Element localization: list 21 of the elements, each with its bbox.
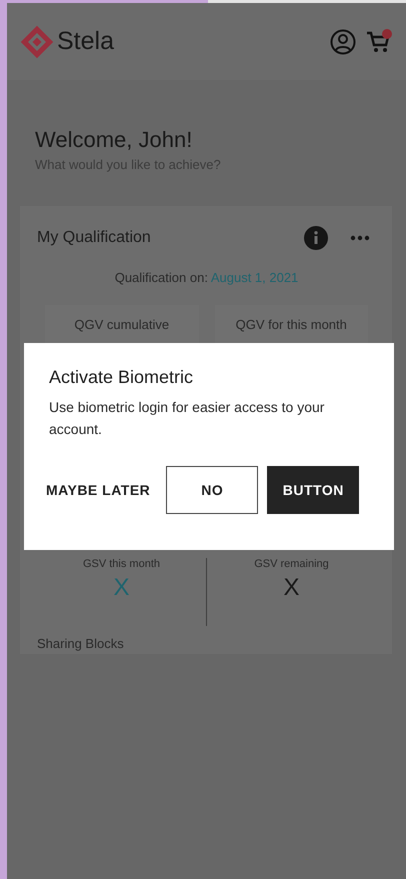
logo-text: Stela: [57, 27, 114, 56]
more-icon[interactable]: [350, 235, 370, 241]
stat-label: GSV remaining: [254, 558, 329, 570]
qualification-date: Qualification on: August 1, 2021: [114, 270, 300, 285]
dialog-button[interactable]: MAYBE LATER: [46, 466, 150, 514]
dialog-title: Activate Biometric: [49, 367, 194, 388]
profile-icon[interactable]: [330, 28, 356, 54]
stat-label: GSV this month: [82, 558, 160, 570]
stat-label: QGV for this month: [236, 317, 347, 332]
section-title: Sharing Blocks: [37, 636, 125, 651]
stat-value: X: [113, 574, 130, 602]
card-title: My Qualification: [37, 229, 152, 247]
dialog-message: Use biometric login for easier access to your account.: [49, 398, 326, 439]
dialog-button[interactable]: BUTTON: [267, 466, 360, 514]
welcome-title: Welcome, John!: [35, 127, 194, 153]
cart-icon[interactable]: [366, 28, 394, 54]
dialog-button[interactable]: NO: [166, 466, 258, 514]
stat-label: QGV cumulative: [74, 317, 170, 332]
logo-icon: [19, 24, 55, 60]
stat-value: X: [283, 574, 300, 602]
info-icon[interactable]: [304, 226, 328, 250]
